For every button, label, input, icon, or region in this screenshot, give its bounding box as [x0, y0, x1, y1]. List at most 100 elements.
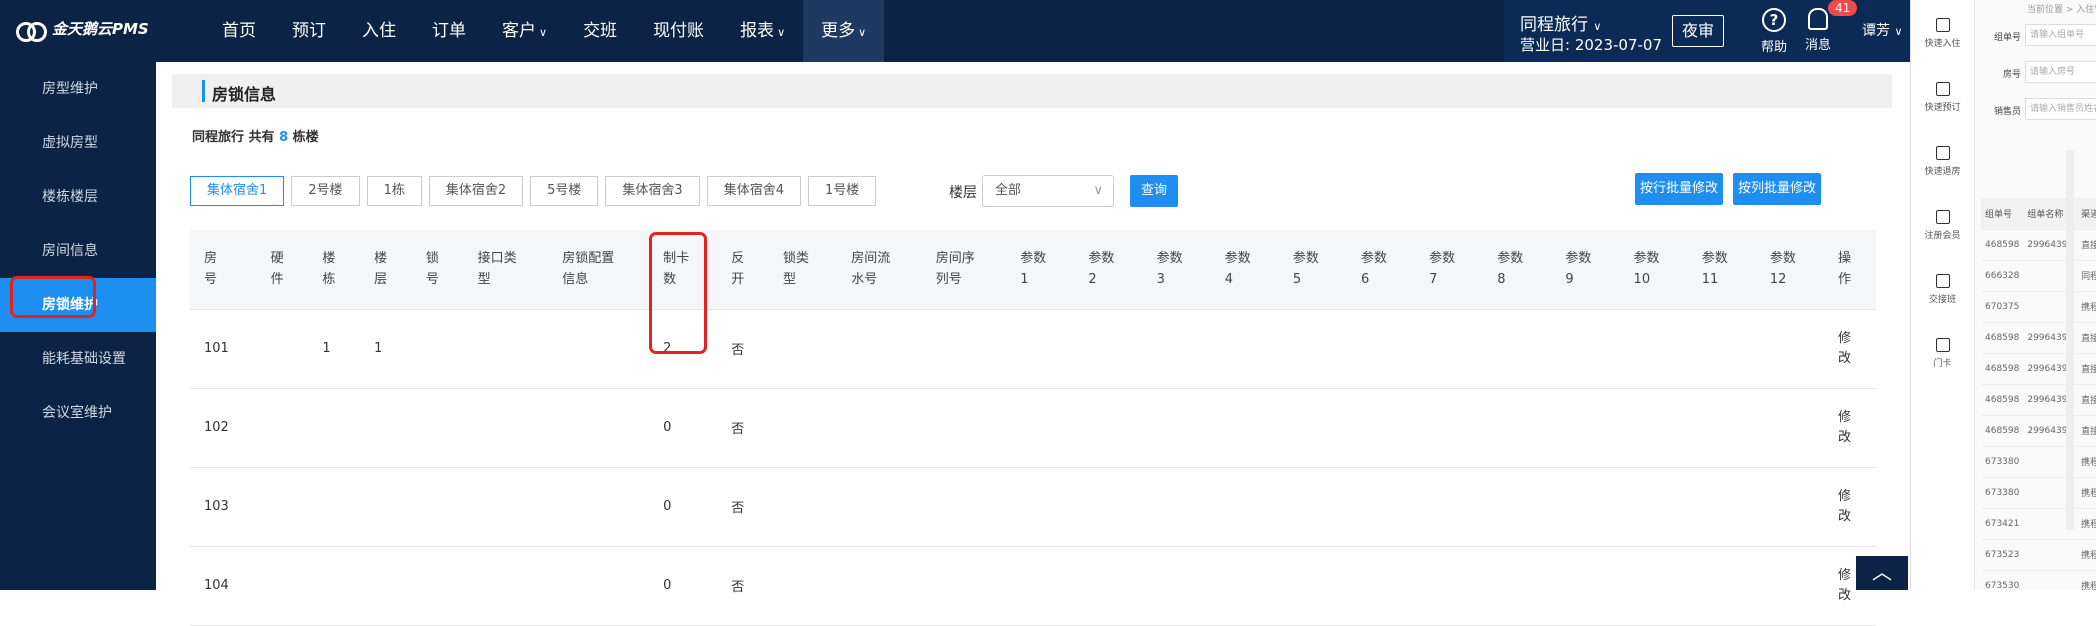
mini-cell: 同程 [2077, 260, 2096, 292]
param-cell [1687, 388, 1756, 468]
column-header: 房间序 列号 [921, 230, 1007, 310]
building-tab[interactable]: 集体宿舍4 [706, 176, 801, 206]
batch-edit-by-column-button[interactable]: 按列批量修改 [1733, 173, 1821, 205]
param-cell [1551, 467, 1620, 547]
sidebar-item[interactable]: 虚拟房型 [0, 116, 156, 170]
mini-table-row[interactable]: 46859829964399直接 [1981, 322, 2096, 354]
panel-field-input[interactable]: 请输入组单号 [2025, 24, 2096, 46]
chevron-down-icon: ∨ [1093, 183, 1103, 198]
building-tab[interactable]: 集体宿舍3 [605, 176, 700, 206]
edit-action[interactable]: 修改 [1823, 388, 1876, 468]
sidebar-item[interactable]: 楼栋楼层 [0, 170, 156, 224]
app-logo[interactable]: 金天鹅云PMS [16, 18, 149, 42]
column-header: 接口类型 [463, 230, 549, 310]
panel-field-input[interactable]: 请输入销售员姓名 [2025, 98, 2096, 120]
edit-action[interactable]: 修改 [1823, 467, 1876, 547]
sidebar-item[interactable]: 房间信息 [0, 224, 156, 278]
room-number-cell: 104 [190, 546, 257, 626]
mini-table-row[interactable]: 670375 携程 [1981, 291, 2096, 323]
scroll-to-top-button[interactable]: ︿ [1856, 556, 1908, 590]
building-tab[interactable]: 2号楼 [291, 176, 360, 206]
quick-action[interactable]: 快速入住 [1911, 0, 1974, 64]
building-tab[interactable]: 集体宿舍1 [190, 176, 285, 206]
column-header: 参数 2 [1074, 230, 1143, 310]
mini-table-row[interactable]: 673421 携程 [1981, 508, 2096, 540]
building-tab[interactable]: 1号楼 [807, 176, 877, 206]
sidebar-item[interactable]: 会议室维护 [0, 386, 156, 440]
night-audit-button[interactable]: 夜审 [1672, 15, 1724, 47]
hotel-selector[interactable]: 同程旅行 ∨ [1520, 10, 1601, 35]
nav-item[interactable]: 报表 ∨ [722, 0, 803, 62]
reverse-open-cell: 否 [717, 309, 770, 389]
mini-cell: 468598 [1981, 415, 2024, 447]
card-count-link[interactable]: 0 [649, 467, 718, 547]
edit-action[interactable]: 修改 [1823, 309, 1876, 389]
sidebar-item[interactable]: 房型维护 [0, 62, 156, 116]
mini-column-header: 渠道 [2077, 198, 2096, 230]
param-cell [837, 309, 922, 389]
column-header-line: 房锁配置 [562, 251, 615, 267]
card-count-link[interactable]: 0 [649, 546, 718, 626]
building-tab[interactable]: 1栋 [366, 176, 422, 206]
panel-field-input[interactable]: 请输入房号 [2025, 61, 2096, 83]
query-button[interactable]: 查询 [1130, 175, 1178, 207]
nav-item[interactable]: 交班 [565, 0, 635, 62]
card-count-link[interactable]: 0 [649, 388, 718, 468]
nav-item-label: 首页 [222, 21, 256, 41]
column-header-line: 楼 [322, 251, 336, 267]
nav-item[interactable]: 入住 [344, 0, 414, 62]
mini-cell: 673380 [1981, 446, 2024, 478]
building-tab[interactable]: 5号楼 [530, 176, 599, 206]
nav-item[interactable]: 首页 [204, 0, 274, 62]
mini-cell: 670375 [1981, 291, 2024, 323]
nav-item[interactable]: 客户 ∨ [484, 0, 565, 62]
column-header: 房锁配置 信息 [548, 230, 650, 310]
quick-action[interactable]: 门卡 [1911, 320, 1974, 384]
user-menu[interactable]: 谭芳 ∨ [1862, 20, 1903, 40]
help-button[interactable]: ? 帮助 [1754, 8, 1794, 55]
floor-cell [360, 388, 412, 468]
chevron-down-icon: ∨ [539, 26, 548, 39]
messages-button[interactable]: 41 消息 [1798, 0, 1858, 53]
param-cell [1415, 467, 1484, 547]
mini-table-row[interactable]: 673380 携程 [1981, 446, 2096, 478]
mini-table-row[interactable]: 666328 同程 [1981, 260, 2096, 292]
quick-action[interactable]: 快速退房 [1911, 128, 1974, 192]
param-cell [1687, 546, 1756, 626]
param-cell [837, 546, 922, 626]
quick-action[interactable]: 注册会员 [1911, 192, 1974, 256]
quick-action[interactable]: 快速预订 [1911, 64, 1974, 128]
column-header-line: 反 [731, 251, 745, 267]
edit-label-line: 修 [1837, 567, 1851, 583]
mini-table-row[interactable]: 673523 携程 [1981, 539, 2096, 571]
chevron-down-icon: ∨ [1894, 25, 1903, 38]
edit-label-line: 修 [1837, 488, 1851, 504]
mini-table-row[interactable]: 46859829964399直接 [1981, 384, 2096, 416]
mini-table-row[interactable]: 673530 携程 [1981, 570, 2096, 590]
nav-item[interactable]: 订单 [414, 0, 484, 62]
column-header-line: 型 [783, 272, 797, 288]
edit-label-line: 改 [1837, 350, 1851, 366]
room-number-cell: 102 [190, 388, 257, 468]
floor-cell: 1 [360, 309, 412, 389]
batch-edit-by-row-button[interactable]: 按行批量修改 [1635, 173, 1723, 205]
param-cell [1483, 309, 1552, 389]
mini-table-row[interactable]: 46859829964399直接 [1981, 229, 2096, 261]
mini-table-row[interactable]: 673380 携程 [1981, 477, 2096, 509]
sidebar-item[interactable]: 能耗基础设置 [0, 332, 156, 386]
panel-scrollbar[interactable] [2066, 150, 2074, 530]
mini-table-row[interactable]: 46859829964399直接 [1981, 415, 2096, 447]
nav-item[interactable]: 预订 [274, 0, 344, 62]
nav-item[interactable]: 现付账 [635, 0, 722, 62]
param-cell [1551, 309, 1620, 389]
nav-item-label: 现付账 [653, 21, 705, 41]
building-tab[interactable]: 集体宿舍2 [428, 176, 524, 206]
user-name: 谭芳 [1862, 23, 1890, 39]
mini-table-row[interactable]: 46859829964399直接 [1981, 353, 2096, 385]
floor-select[interactable]: 全部 ∨ [982, 175, 1114, 207]
reverse-open-cell: 否 [717, 546, 770, 626]
edit-label-line: 修 [1837, 409, 1851, 425]
nav-item[interactable]: 更多 ∨ [803, 0, 885, 62]
panel-filter-field: 销售员 请输入销售员姓名 [1975, 96, 2096, 122]
quick-action[interactable]: 交接班 [1911, 256, 1974, 320]
